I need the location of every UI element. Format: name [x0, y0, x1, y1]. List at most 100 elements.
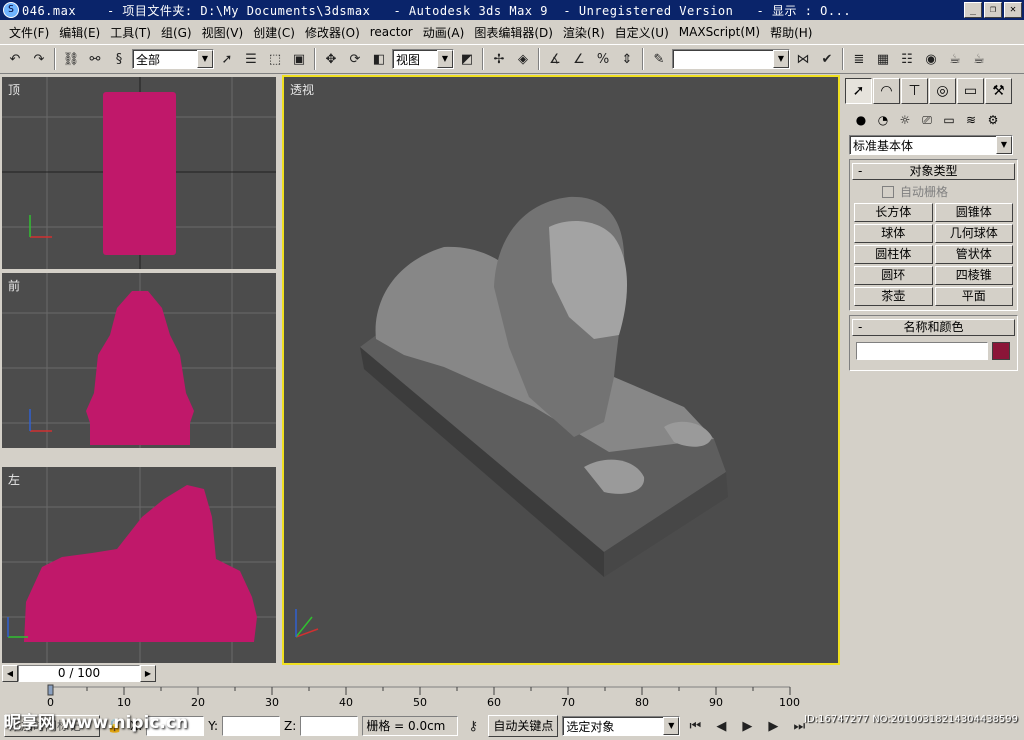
systems-icon[interactable]: ⚙	[983, 110, 1003, 130]
menu-group[interactable]: 组(G)	[156, 24, 197, 41]
select-object-icon[interactable]: ➚	[216, 48, 238, 70]
menu-modifiers[interactable]: 修改器(O)	[300, 24, 365, 41]
select-by-name-icon[interactable]: ☰	[240, 48, 262, 70]
menu-maxscript[interactable]: MAXScript(M)	[674, 25, 765, 39]
object-name-field[interactable]	[856, 342, 988, 360]
unlink-icon[interactable]: ⚯	[84, 48, 106, 70]
mirror-icon[interactable]: ⋈	[792, 48, 814, 70]
pivot-center-icon[interactable]: ◩	[456, 48, 478, 70]
next-frame-icon[interactable]: ▶	[762, 715, 784, 737]
redo-icon[interactable]: ↷	[28, 48, 50, 70]
helpers-icon[interactable]: ▭	[939, 110, 959, 130]
z-coordinate-field[interactable]	[300, 716, 359, 736]
viewport-label-left[interactable]: 左	[8, 471, 20, 488]
menu-file[interactable]: 文件(F)	[4, 24, 54, 41]
percent-snap-icon[interactable]: %	[592, 48, 614, 70]
geometry-icon[interactable]: ●	[851, 110, 871, 130]
utilities-tab-icon[interactable]: ⚒	[985, 78, 1012, 104]
select-and-move-icon[interactable]: ✥	[320, 48, 342, 70]
viewport-front[interactable]: 前	[2, 273, 276, 448]
shapes-icon[interactable]: ◔	[873, 110, 893, 130]
viewport-label-top[interactable]: 顶	[8, 81, 20, 98]
viewport-label-front[interactable]: 前	[8, 277, 20, 294]
menu-rendering[interactable]: 渲染(R)	[558, 24, 610, 41]
menu-create[interactable]: 创建(C)	[248, 24, 300, 41]
play-icon[interactable]: ▶	[736, 715, 758, 737]
geosphere-button[interactable]: 几何球体	[934, 224, 1013, 243]
cylinder-button[interactable]: 圆柱体	[854, 245, 933, 264]
object-color-swatch[interactable]	[992, 342, 1010, 360]
menu-graph-editors[interactable]: 图表编辑器(D)	[469, 24, 558, 41]
select-manipulate-icon[interactable]: ✢	[488, 48, 510, 70]
display-tab-icon[interactable]: ▭	[957, 78, 984, 104]
reference-coordinate-dropdown[interactable]: 视图 ▼	[392, 49, 454, 69]
object-type-rollout-header[interactable]: - 对象类型	[852, 163, 1015, 180]
autogrid-checkbox[interactable]	[882, 185, 894, 198]
window-crossing-icon[interactable]: ▣	[288, 48, 310, 70]
render-scene-icon[interactable]: ☕	[944, 48, 966, 70]
menu-views[interactable]: 视图(V)	[197, 24, 249, 41]
snap-toggle-icon[interactable]: ∡	[544, 48, 566, 70]
go-to-start-icon[interactable]: ⏮	[684, 715, 706, 737]
viewport-left[interactable]: 左	[2, 467, 276, 663]
schematic-view-icon[interactable]: ☷	[896, 48, 918, 70]
current-frame-marker[interactable]	[47, 684, 54, 696]
edit-named-selection-icon[interactable]: ✎	[648, 48, 670, 70]
time-slider[interactable]: 0 / 100	[18, 665, 140, 682]
menu-help[interactable]: 帮助(H)	[765, 24, 817, 41]
menu-edit[interactable]: 编辑(E)	[54, 24, 105, 41]
key-filter-dropdown[interactable]: 选定对象 ▼	[562, 716, 681, 736]
primitive-category-dropdown[interactable]: 标准基本体 ▼	[849, 135, 1013, 155]
select-and-link-icon[interactable]: ⛓	[60, 48, 82, 70]
sphere-button[interactable]: 球体	[854, 224, 933, 243]
torus-button[interactable]: 圆环	[854, 266, 933, 285]
box-button[interactable]: 长方体	[854, 203, 933, 222]
close-button[interactable]: ✕	[1004, 2, 1022, 18]
hierarchy-tab-icon[interactable]: ⊤	[901, 78, 928, 104]
restore-button[interactable]: ❐	[984, 2, 1002, 18]
track-bar[interactable]: 0 10 20 30 40 50 60 70 80 90 100	[0, 683, 842, 711]
material-editor-icon[interactable]: ◉	[920, 48, 942, 70]
cameras-icon[interactable]: ⎚	[917, 110, 937, 130]
select-and-rotate-icon[interactable]: ⟳	[344, 48, 366, 70]
named-selection-dropdown[interactable]: ▼	[672, 49, 790, 69]
name-color-rollout-header[interactable]: - 名称和颜色	[852, 319, 1015, 336]
motion-tab-icon[interactable]: ◎	[929, 78, 956, 104]
chevron-right-icon[interactable]: ▶	[140, 665, 156, 682]
align-icon[interactable]: ✔	[816, 48, 838, 70]
lights-icon[interactable]: ☼	[895, 110, 915, 130]
tube-button[interactable]: 管状体	[934, 245, 1013, 264]
undo-icon[interactable]: ↶	[4, 48, 26, 70]
plane-button[interactable]: 平面	[934, 287, 1013, 306]
auto-key-button[interactable]: 自动关键点	[488, 715, 559, 737]
menu-tools[interactable]: 工具(T)	[105, 24, 156, 41]
teapot-button[interactable]: 茶壶	[854, 287, 933, 306]
viewport-perspective[interactable]: 透视	[282, 75, 840, 665]
3ds-max-icon[interactable]: S	[3, 2, 19, 18]
menu-reactor[interactable]: reactor	[365, 25, 418, 39]
viewport-label-perspective[interactable]: 透视	[290, 81, 314, 98]
layer-manager-icon[interactable]: ≣	[848, 48, 870, 70]
curve-editor-icon[interactable]: ▦	[872, 48, 894, 70]
pyramid-button[interactable]: 四棱锥	[934, 266, 1013, 285]
viewport-top[interactable]: 顶	[2, 77, 276, 269]
menu-customize[interactable]: 自定义(U)	[610, 24, 674, 41]
select-and-scale-icon[interactable]: ◧	[368, 48, 390, 70]
previous-frame-icon[interactable]: ◀	[710, 715, 732, 737]
bind-space-warp-icon[interactable]: §	[108, 48, 130, 70]
keyboard-shortcut-icon[interactable]: ◈	[512, 48, 534, 70]
menu-animation[interactable]: 动画(A)	[418, 24, 470, 41]
angle-snap-icon[interactable]: ∠	[568, 48, 590, 70]
rectangular-selection-icon[interactable]: ⬚	[264, 48, 286, 70]
cone-button[interactable]: 圆锥体	[934, 203, 1013, 222]
minimize-button[interactable]: _	[964, 2, 982, 18]
y-coordinate-field[interactable]	[222, 716, 281, 736]
key-icon[interactable]: ⚷	[462, 715, 484, 737]
spinner-snap-icon[interactable]: ⇕	[616, 48, 638, 70]
chevron-left-icon[interactable]: ◀	[2, 665, 18, 682]
quick-render-icon[interactable]: ☕	[968, 48, 990, 70]
modify-tab-icon[interactable]: ◠	[873, 78, 900, 104]
selection-filter-dropdown[interactable]: 全部 ▼	[132, 49, 214, 69]
space-warps-icon[interactable]: ≋	[961, 110, 981, 130]
create-tab-icon[interactable]: ➚	[845, 78, 872, 104]
